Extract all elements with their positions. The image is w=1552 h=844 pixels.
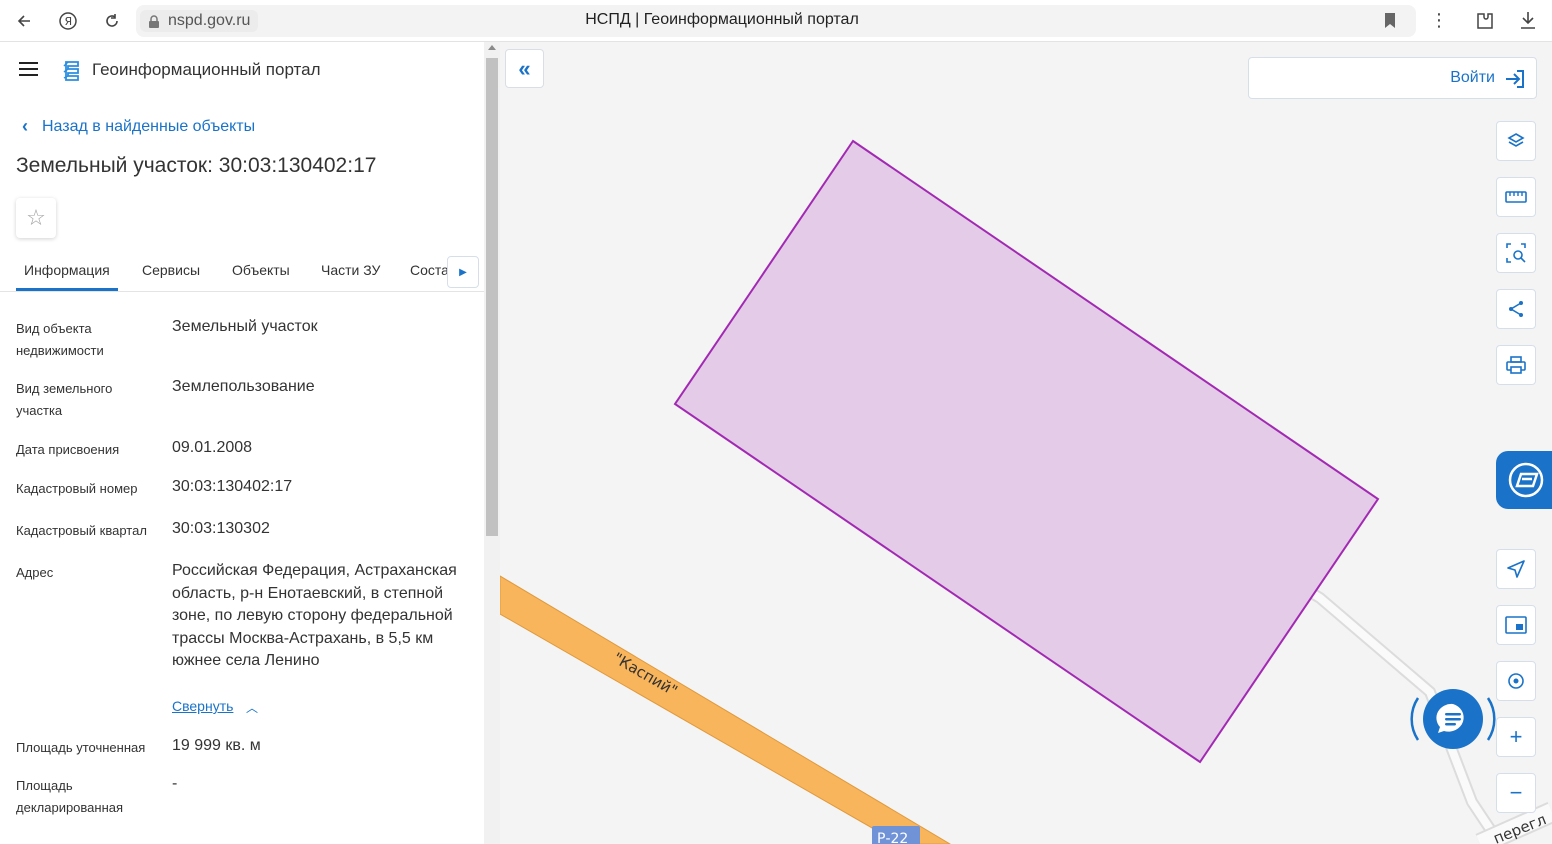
url-chip[interactable]: nspd.gov.ru	[140, 10, 259, 32]
prop-value: Землепользование	[172, 378, 315, 395]
tab-services[interactable]: Сервисы	[142, 262, 200, 278]
collapse-link[interactable]: Свернуть	[172, 698, 233, 714]
minimap-icon	[1505, 616, 1527, 634]
reload-icon[interactable]	[100, 9, 124, 33]
land-parcel-polygon	[673, 139, 1380, 764]
object-info-panel: Геоинформационный портал ‹ Назад в найде…	[0, 42, 484, 844]
login-button[interactable]: Войти	[1248, 57, 1537, 99]
prop-label: Кадастровый квартал	[16, 523, 147, 538]
tab-objects[interactable]: Объекты	[232, 262, 290, 278]
feedback-tab[interactable]	[1496, 451, 1552, 509]
tabs-scroll-right-button[interactable]: ▶	[447, 256, 479, 288]
object-title: Земельный участок: 30:03:130402:17	[16, 154, 377, 177]
portal-name[interactable]: Геоинформационный портал	[92, 60, 321, 80]
star-icon: ☆	[26, 205, 46, 230]
prop-value: 30:03:130402:17	[172, 478, 293, 495]
back-link-label: Назад в найденные объекты	[42, 117, 256, 135]
share-button[interactable]	[1496, 289, 1536, 329]
zoom-in-button[interactable]: +	[1496, 717, 1536, 757]
scroll-up-arrow-icon[interactable]	[488, 45, 496, 50]
login-label: Войти	[1450, 69, 1495, 86]
prop-label: Дата присвоения	[16, 442, 120, 457]
prop-label: Площадь уточненная	[16, 740, 146, 755]
back-arrow-icon[interactable]	[12, 9, 36, 33]
layers-button[interactable]	[1496, 121, 1536, 161]
coordinates-button[interactable]	[1496, 661, 1536, 701]
select-area-icon	[1506, 243, 1526, 263]
target-icon	[1508, 673, 1524, 689]
prop-value: Земельный участок	[172, 318, 318, 335]
browser-toolbar: Я nspd.gov.ru НСПД | Геоинформационный п…	[0, 0, 1552, 42]
active-tab-indicator	[16, 288, 118, 291]
prop-label: Вид земельного участка	[16, 381, 113, 418]
download-icon[interactable]	[1519, 10, 1537, 35]
prop-label: Адрес	[16, 565, 54, 580]
prop-label: Вид объекта недвижимости	[16, 321, 104, 358]
map-layer: "Каспий" Р-22 перегл	[500, 139, 1552, 844]
tab-parts[interactable]: Части ЗУ	[321, 262, 380, 278]
browser-tab-title: НСПД | Геоинформационный портал	[585, 11, 859, 28]
chat-assistant-button[interactable]	[1408, 676, 1498, 762]
caret-right-icon: ▶	[459, 266, 467, 278]
panel-scrollbar-thumb[interactable]	[486, 58, 498, 536]
yandex-icon[interactable]: Я	[56, 9, 80, 33]
area-search-button[interactable]	[1496, 233, 1536, 273]
back-to-results-link[interactable]: ‹ Назад в найденные объекты	[22, 116, 255, 137]
svg-text:Я: Я	[65, 15, 73, 28]
login-icon	[1504, 68, 1526, 95]
minus-icon: −	[1509, 780, 1523, 805]
prop-value: 30:03:130302	[172, 520, 270, 537]
info-tabs: Информация Сервисы Объекты Части ЗУ Сост…	[0, 252, 484, 292]
chevron-left-icon: ‹	[22, 116, 28, 136]
map-canvas[interactable]: "Каспий" Р-22 перегл	[500, 42, 1552, 844]
chevron-up-icon[interactable]: ︿	[246, 699, 258, 716]
minimap-button[interactable]	[1496, 605, 1536, 645]
navigation-icon	[1507, 560, 1525, 578]
tab-information[interactable]: Информация	[24, 262, 110, 278]
prop-value: 09.01.2008	[172, 439, 253, 456]
plus-icon: +	[1509, 724, 1523, 749]
feedback-icon	[1508, 462, 1544, 498]
address-value: Российская Федерация, Астраханская облас…	[172, 562, 457, 669]
locate-me-button[interactable]	[1496, 549, 1536, 589]
layers-icon	[1507, 133, 1525, 147]
measure-button[interactable]	[1496, 177, 1536, 217]
zoom-out-button[interactable]: −	[1496, 773, 1536, 813]
lock-icon	[148, 14, 160, 36]
favorite-button[interactable]: ☆	[16, 198, 56, 238]
prop-label: Кадастровый номер	[16, 481, 138, 496]
print-button[interactable]	[1496, 345, 1536, 385]
prop-value: 19 999 кв. м	[172, 737, 261, 754]
bookmark-icon[interactable]	[1383, 12, 1397, 35]
share-icon	[1509, 301, 1523, 317]
printer-icon	[1506, 356, 1526, 374]
extensions-icon[interactable]	[1474, 10, 1496, 37]
ruler-icon	[1505, 191, 1527, 203]
road-shield-label: Р-22	[877, 831, 908, 844]
portal-logo-icon[interactable]	[62, 60, 82, 87]
highway-road	[500, 575, 951, 844]
prop-value: -	[172, 775, 178, 792]
url-text: nspd.gov.ru	[168, 12, 251, 29]
more-menu-icon[interactable]: ⋮	[1430, 10, 1448, 31]
menu-icon[interactable]	[19, 62, 38, 77]
double-chevron-left-icon: «	[518, 55, 531, 81]
prop-label: Площадь декларированная	[16, 778, 124, 815]
collapse-panel-button[interactable]: «	[505, 49, 544, 88]
